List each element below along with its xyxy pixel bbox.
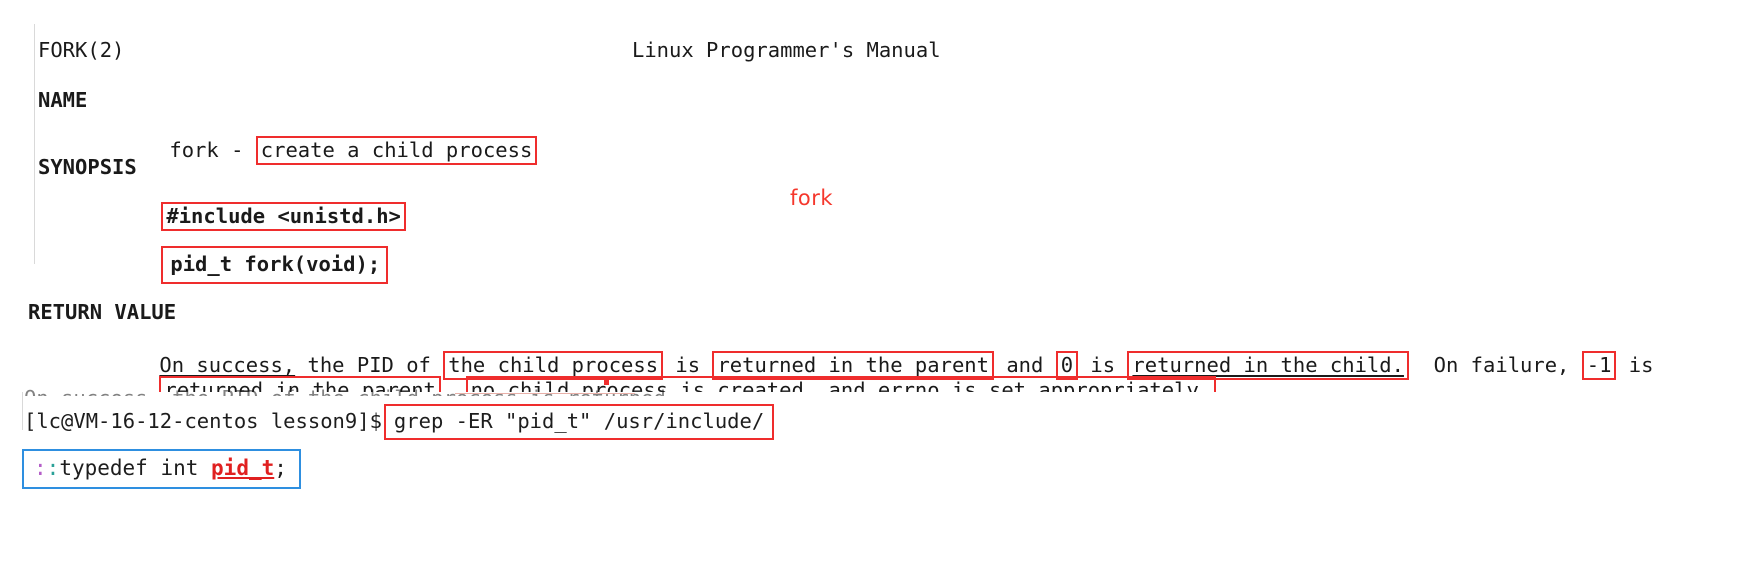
fork-callout-label: fork xyxy=(790,186,834,210)
manpage-header-left: FORK(2) xyxy=(38,38,125,62)
terminal-pane[interactable]: On success, the PID of the child process… xyxy=(0,379,1751,573)
terminal-scrolled-row-remnant: On success, the PID of the child process… xyxy=(24,386,724,396)
section-title-return-value: RETURN VALUE xyxy=(28,300,177,324)
annotation-box-minus-one: -1 xyxy=(1581,351,1617,380)
result-keyword: typedef int xyxy=(59,456,212,480)
manpage-left-rule xyxy=(34,24,35,264)
terminal-left-rule xyxy=(22,392,23,430)
red-tick-mark xyxy=(604,379,609,385)
result-path-prefix: : xyxy=(34,456,47,480)
terminal-prompt-row[interactable]: [lc@VM-16-12-centos lesson9]$ grep -ER "p… xyxy=(24,404,775,440)
annotation-box-fork-prototype: pid_t fork(void); xyxy=(161,246,389,284)
grep-result-line: ::typedef int pid_t; xyxy=(34,456,287,480)
name-body-prefix: fork - xyxy=(169,138,256,162)
terminal-command-text: grep -ER "pid_t" /usr/include/ xyxy=(393,409,765,433)
synopsis-line-prototype-wrapper: pid_t fork(void); xyxy=(112,221,389,309)
annotation-box-grep-command[interactable]: grep -ER "pid_t" /usr/include/ xyxy=(383,404,775,440)
rv-text-on-failure: On failure, xyxy=(1408,353,1582,377)
grep-result-box: ::typedef int pid_t; xyxy=(22,449,301,489)
faint-remnant-rule xyxy=(455,393,635,394)
manpage-pane: FORK(2) Linux Programmer's Manual NAME f… xyxy=(0,0,1751,405)
result-colon: : xyxy=(46,456,60,480)
annotation-box-create-child-process: create a child process xyxy=(255,136,538,165)
terminal-prompt: [lc@VM-16-12-centos lesson9]$ xyxy=(24,409,382,433)
section-title-name: NAME xyxy=(38,88,88,112)
rv-text-is-3: is xyxy=(1616,353,1654,377)
terminal-ghost-text: On success, the PID of the child process… xyxy=(24,386,666,396)
manpage-header-center: Linux Programmer's Manual xyxy=(632,38,941,62)
result-type-name: pid_t xyxy=(211,456,275,480)
result-semicolon: ; xyxy=(274,456,287,480)
